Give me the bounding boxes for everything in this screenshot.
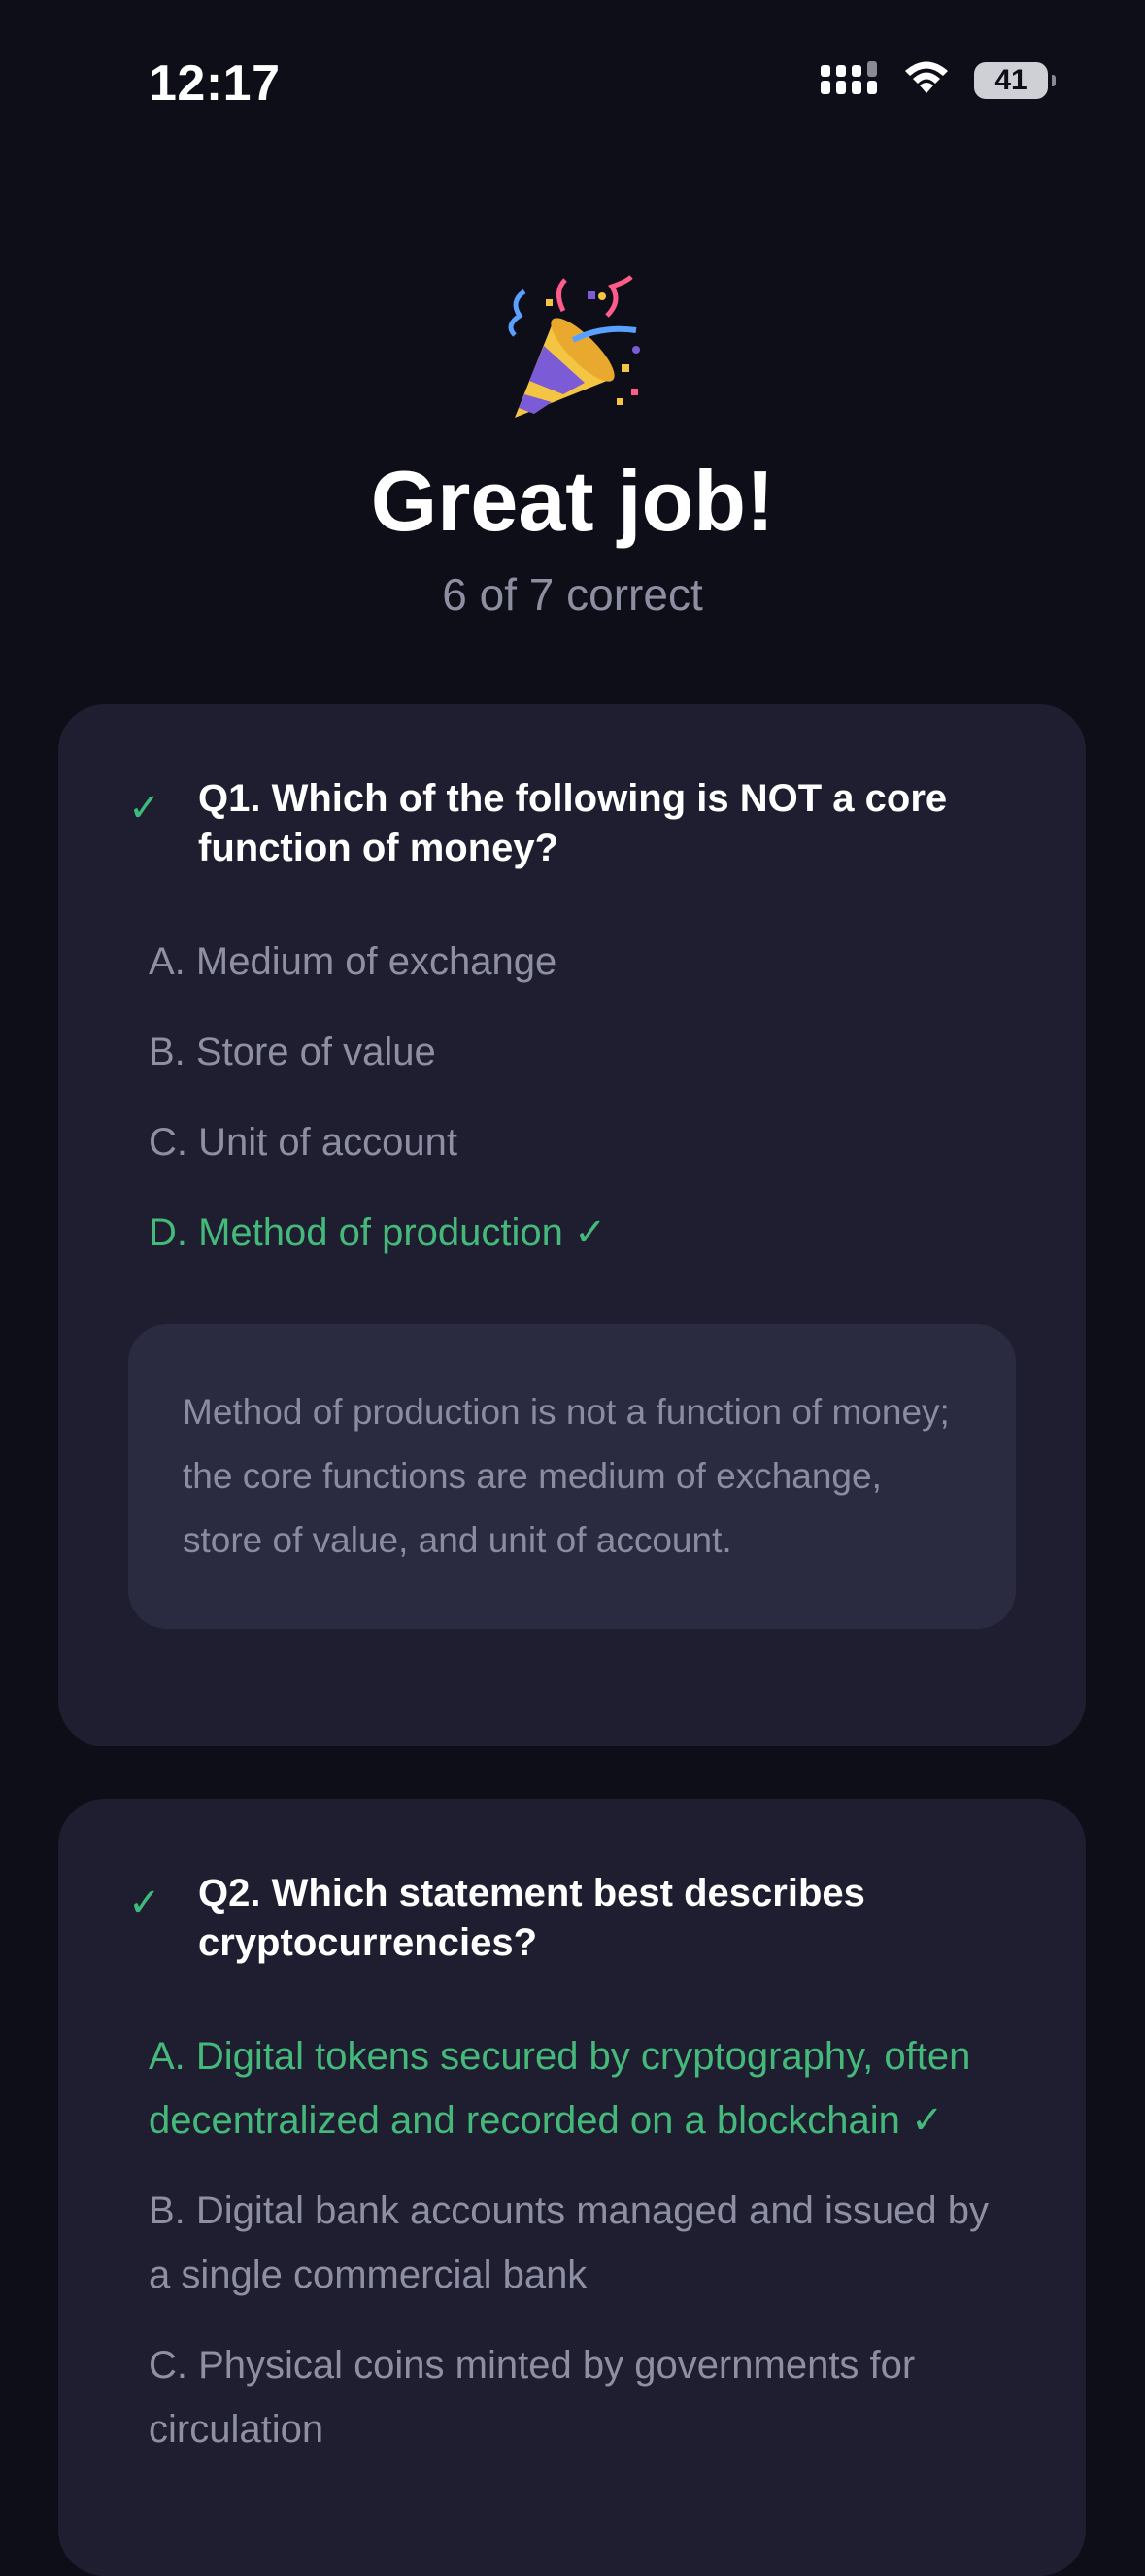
results-title: Great job! (370, 453, 775, 549)
question-title: Q1. Which of the following is NOT a core… (198, 777, 948, 869)
status-bar: 12:17 41 (0, 0, 1145, 170)
status-time: 12:17 (149, 55, 281, 112)
question-title: Q2. Which statement best describes crypt… (198, 1872, 865, 1964)
answer-options: A. Digital tokens secured by cryptograph… (149, 2024, 1008, 2488)
answer-option: C. Physical coins minted by governments … (149, 2344, 916, 2451)
score-summary: 6 of 7 correct (442, 568, 703, 620)
answer-option-correct: A. Digital tokens secured by cryptograph… (149, 2035, 971, 2142)
question-card: ✓ Q2. Which statement best describes cry… (58, 1799, 1086, 2576)
explanation-box: Method of production is not a function o… (128, 1324, 1016, 1629)
explanation-text: Method of production is not a function o… (183, 1392, 950, 1560)
question-card: ✓ Q1. Which of the following is NOT a co… (58, 704, 1086, 1746)
question-header: ✓ Q2. Which statement best describes cry… (128, 1869, 1016, 1968)
answer-options: A. Medium of exchange B. Store of value … (149, 930, 1008, 1291)
checkmark-icon: ✓ (128, 1881, 161, 1924)
answer-option: C. Unit of account (149, 1121, 457, 1164)
wifi-icon (902, 60, 951, 100)
question-header: ✓ Q1. Which of the following is NOT a co… (128, 774, 1016, 873)
answer-option: A. Medium of exchange (149, 940, 557, 983)
results-header: Great job! 6 of 7 correct (0, 272, 1145, 621)
answer-option: B. Digital bank accounts managed and iss… (149, 2189, 989, 2296)
cellular-signal-icon (821, 61, 879, 99)
answer-option-correct: D. Method of production ✓ (149, 1211, 607, 1254)
answer-option: B. Store of value (149, 1031, 436, 1073)
checkmark-icon: ✓ (128, 787, 161, 830)
party-popper-icon (495, 272, 651, 427)
status-icons: 41 (821, 60, 1056, 100)
battery-icon: 41 (974, 61, 1056, 99)
